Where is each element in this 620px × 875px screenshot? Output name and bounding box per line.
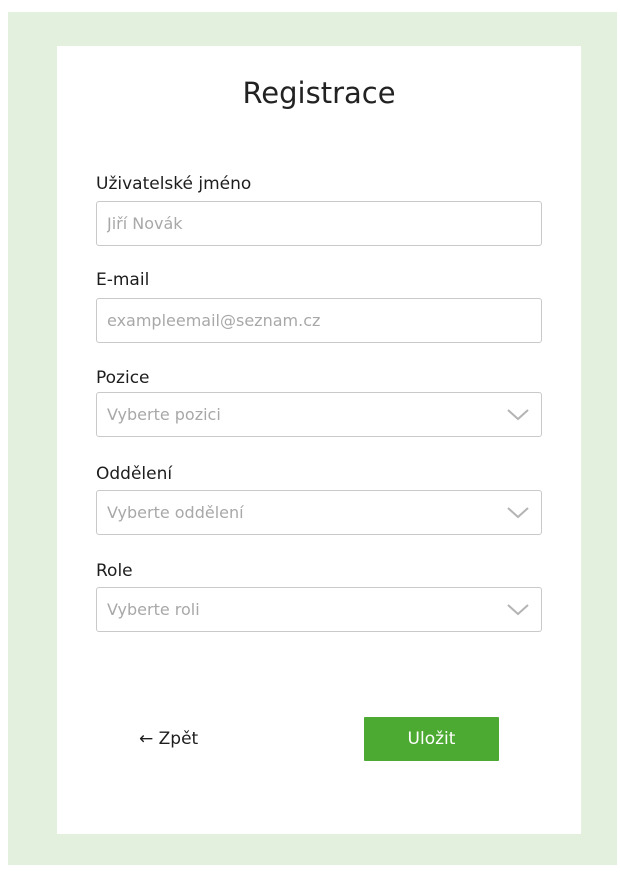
department-select[interactable]: Vyberte oddělení <box>96 490 542 535</box>
username-field-wrapper <box>96 201 542 246</box>
position-label: Pozice <box>96 368 150 388</box>
save-button[interactable]: Uložit <box>364 717 499 761</box>
position-select-value: Vyberte pozici <box>107 405 221 424</box>
chevron-down-icon <box>507 604 529 616</box>
email-input[interactable] <box>97 299 541 342</box>
role-select-value: Vyberte roli <box>107 600 200 619</box>
department-select-value: Vyberte oddělení <box>107 503 244 522</box>
position-select[interactable]: Vyberte pozici <box>96 392 542 437</box>
registration-card: Registrace Uživatelské jméno E-mail Pozi… <box>57 46 581 834</box>
email-field-wrapper <box>96 298 542 343</box>
username-label: Uživatelské jméno <box>96 174 252 194</box>
department-label: Oddělení <box>96 464 173 484</box>
chevron-down-icon <box>507 409 529 421</box>
role-label: Role <box>96 561 133 581</box>
page-title: Registrace <box>242 76 396 110</box>
chevron-down-icon <box>507 507 529 519</box>
username-input[interactable] <box>97 202 541 245</box>
role-select[interactable]: Vyberte roli <box>96 587 542 632</box>
back-link[interactable]: ← Zpět <box>139 729 198 749</box>
email-label: E-mail <box>96 270 150 290</box>
page-background: Registrace Uživatelské jméno E-mail Pozi… <box>8 12 617 865</box>
